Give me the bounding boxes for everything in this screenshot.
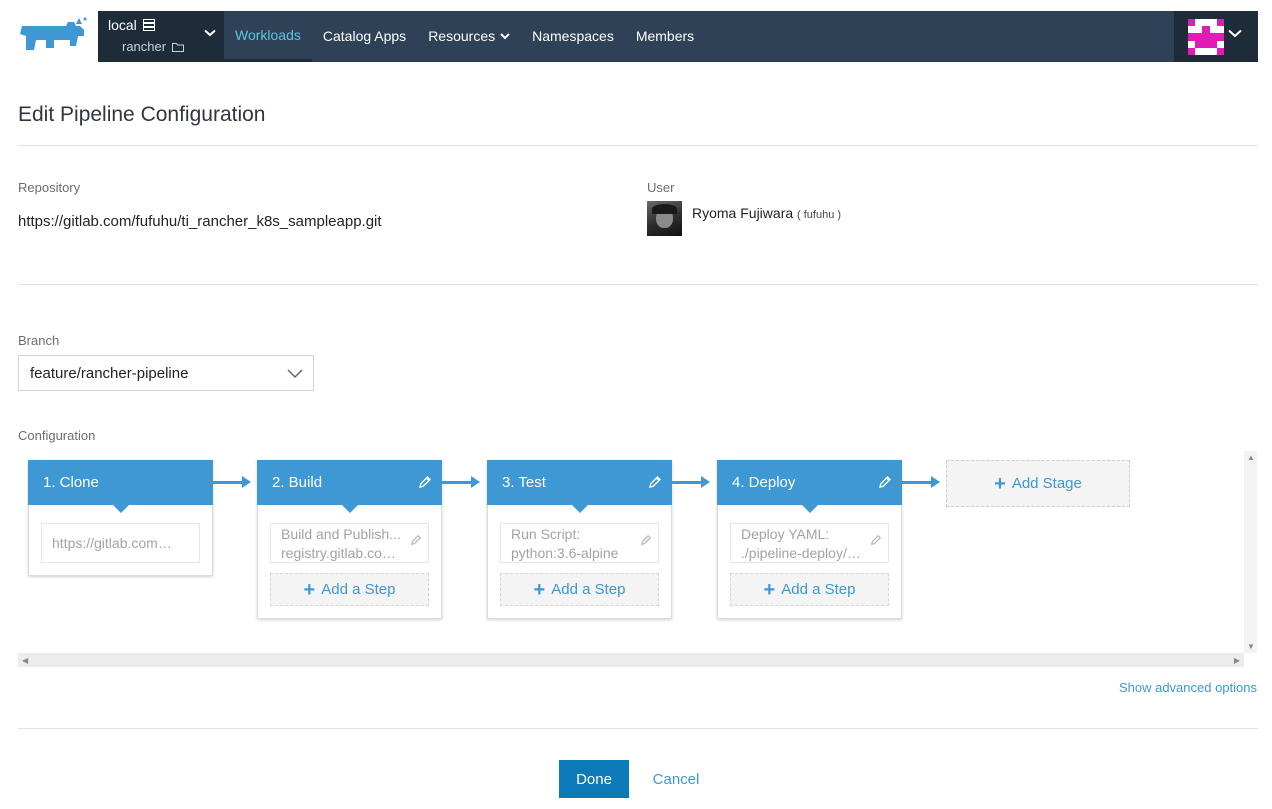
- nav-items: Workloads Catalog Apps Resources Namespa…: [224, 11, 705, 62]
- folder-icon: [172, 42, 185, 52]
- nav-namespaces[interactable]: Namespaces: [521, 11, 625, 62]
- nav-catalog-apps-label: Catalog Apps: [322, 28, 407, 44]
- add-stage-button[interactable]: + Add Stage: [946, 460, 1130, 507]
- pencil-icon[interactable]: [878, 475, 892, 489]
- add-step-label: Add a Step: [321, 581, 396, 598]
- step-card[interactable]: Build and Publish... registry.gitlab.com…: [270, 523, 429, 563]
- vertical-scrollbar[interactable]: ▲ ▼: [1244, 451, 1257, 653]
- pencil-icon[interactable]: [640, 534, 652, 546]
- branch-select[interactable]: feature/rancher-pipeline: [18, 355, 314, 391]
- user-avatar: [647, 201, 682, 236]
- project-name-label: rancher: [122, 39, 167, 54]
- step-card[interactable]: Run Script: python:3.6-alpine: [500, 523, 659, 563]
- repository-label: Repository: [18, 180, 81, 195]
- plus-icon: +: [994, 472, 1006, 495]
- add-step-button[interactable]: + Add a Step: [730, 573, 889, 606]
- stage-name: 1. Clone: [43, 474, 99, 491]
- step-line: python:3.6-alpine: [511, 545, 619, 561]
- nav-catalog-apps[interactable]: Catalog Apps: [312, 11, 417, 62]
- chevron-down-icon: [500, 33, 510, 40]
- step-line: https://gitlab.com/f...: [52, 535, 173, 551]
- stage-build: 2. Build Build and Publish... registry.g…: [257, 460, 442, 619]
- divider: [18, 284, 1258, 285]
- step-line: Build and Publish...: [281, 526, 401, 542]
- project-name: rancher: [122, 39, 185, 54]
- repository-url: https://gitlab.com/fufuhu/ti_rancher_k8s…: [18, 213, 382, 230]
- user-name-block: Ryoma Fujiwara ( fufuhu ): [692, 205, 841, 221]
- pencil-icon[interactable]: [870, 534, 882, 546]
- add-stage-label: Add Stage: [1011, 475, 1082, 492]
- done-button[interactable]: Done: [559, 760, 629, 798]
- chevron-down-icon: [1228, 29, 1242, 38]
- stage-deploy: 4. Deploy Deploy YAML: ./pipeline-deploy…: [717, 460, 902, 619]
- step-card[interactable]: https://gitlab.com/f...: [41, 523, 200, 563]
- stage-connector-arrow: [442, 476, 480, 488]
- pencil-icon[interactable]: [418, 475, 432, 489]
- nav-members-label: Members: [635, 28, 695, 44]
- show-advanced-options-link[interactable]: Show advanced options: [1119, 680, 1257, 695]
- scroll-down-icon[interactable]: ▼: [1247, 642, 1255, 651]
- plus-icon: +: [763, 578, 776, 601]
- nav-resources-label: Resources: [428, 28, 496, 44]
- cluster-name-label: local: [108, 17, 137, 33]
- add-step-label: Add a Step: [781, 581, 856, 598]
- scroll-up-icon[interactable]: ▲: [1247, 453, 1255, 462]
- stage-connector-arrow: [672, 476, 710, 488]
- pencil-icon[interactable]: [648, 475, 662, 489]
- stage-name: 2. Build: [272, 474, 323, 491]
- user-info: Ryoma Fujiwara ( fufuhu ): [647, 201, 841, 236]
- add-step-label: Add a Step: [551, 581, 626, 598]
- branch-label: Branch: [18, 333, 60, 348]
- pipeline-editor: 1. Clone https://gitlab.com/f... 2. Buil…: [18, 451, 1257, 667]
- nav-workloads-label: Workloads: [235, 27, 301, 43]
- stage-test: 3. Test Run Script: python:3.6-alpine + …: [487, 460, 672, 619]
- branch-value: feature/rancher-pipeline: [30, 364, 189, 382]
- add-step-button[interactable]: + Add a Step: [270, 573, 429, 606]
- identicon-avatar: [1188, 19, 1224, 55]
- stage-header: 1. Clone: [28, 460, 213, 513]
- page-title: Edit Pipeline Configuration: [18, 103, 266, 126]
- top-nav: local rancher Workloads Catalog Apps Res…: [98, 11, 1258, 62]
- step-line: ./pipeline-deploy/p...: [741, 545, 862, 561]
- user-handle: ( fufuhu ): [797, 209, 842, 221]
- plus-icon: +: [533, 578, 546, 601]
- step-line: Deploy YAML:: [741, 526, 830, 542]
- scroll-left-icon[interactable]: ◀: [22, 656, 28, 665]
- divider: [18, 145, 1258, 146]
- plus-icon: +: [303, 578, 316, 601]
- chevron-down-icon: [287, 369, 303, 379]
- stage-connector-arrow: [213, 476, 251, 488]
- server-icon: [142, 19, 155, 31]
- nav-resources[interactable]: Resources: [417, 11, 521, 62]
- stage-name: 4. Deploy: [732, 474, 796, 491]
- stage-header: 3. Test: [487, 460, 672, 513]
- cancel-button[interactable]: Cancel: [641, 760, 711, 798]
- cluster-project-switcher[interactable]: local rancher: [98, 11, 224, 62]
- rancher-logo-icon[interactable]: [16, 16, 88, 56]
- scroll-right-icon[interactable]: ▶: [1234, 656, 1240, 665]
- user-menu[interactable]: [1174, 11, 1258, 62]
- nav-namespaces-label: Namespaces: [532, 28, 614, 44]
- stage-connector-arrow: [902, 476, 940, 488]
- add-step-button[interactable]: + Add a Step: [500, 573, 659, 606]
- stage-header: 4. Deploy: [717, 460, 902, 513]
- stage-header: 2. Build: [257, 460, 442, 513]
- step-card[interactable]: Deploy YAML: ./pipeline-deploy/p...: [730, 523, 889, 563]
- horizontal-scrollbar[interactable]: ◀ ▶: [18, 653, 1244, 667]
- user-label: User: [647, 180, 675, 195]
- cluster-name: local: [108, 17, 155, 33]
- stage-name: 3. Test: [502, 474, 546, 491]
- nav-members[interactable]: Members: [625, 11, 705, 62]
- pencil-icon[interactable]: [410, 534, 422, 546]
- user-name: Ryoma Fujiwara: [692, 205, 794, 221]
- step-line: Run Script:: [511, 526, 581, 542]
- step-line: registry.gitlab.com/...: [281, 545, 402, 561]
- chevron-down-icon: [204, 29, 216, 37]
- configuration-label: Configuration: [18, 428, 96, 443]
- nav-workloads[interactable]: Workloads: [224, 11, 312, 62]
- stage-clone: 1. Clone https://gitlab.com/f...: [28, 460, 213, 576]
- divider: [18, 728, 1258, 729]
